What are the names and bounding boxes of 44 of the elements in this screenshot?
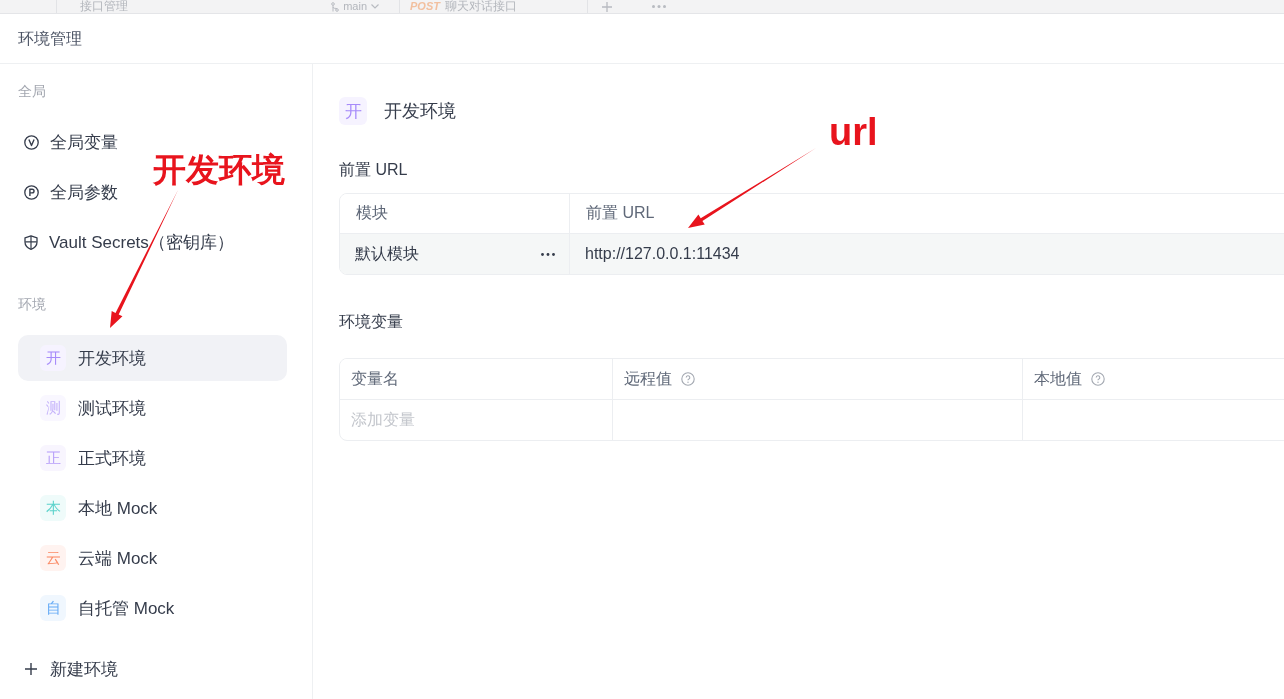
environment-badge: 测 xyxy=(40,395,66,421)
section-heading: 前置 URL xyxy=(339,160,408,180)
help-icon[interactable] xyxy=(681,372,695,386)
environment-badge: 开 xyxy=(339,97,367,125)
project-title: 接口管理 xyxy=(80,0,128,13)
branch-icon xyxy=(331,1,340,12)
environment-badge: 云 xyxy=(40,545,66,571)
plus-icon[interactable] xyxy=(602,1,612,12)
annotation-label: 开发环境 xyxy=(153,150,285,190)
circled-v-icon xyxy=(24,134,39,150)
plus-icon xyxy=(25,663,37,675)
environment-item[interactable]: 开 开发环境 xyxy=(18,335,287,381)
column-header: 变量名 xyxy=(351,368,399,389)
variable-name-field[interactable]: 添加变量 xyxy=(340,400,612,440)
environment-item[interactable]: 本 本地 Mock xyxy=(18,485,287,531)
environment-title: 开发环境 xyxy=(384,100,456,123)
request-method: POST xyxy=(410,0,440,13)
environment-badge: 本 xyxy=(40,495,66,521)
environment-badge: 自 xyxy=(40,595,66,621)
new-environment-button[interactable]: 新建环境 xyxy=(18,646,118,692)
environment-item[interactable]: 云 云端 Mock xyxy=(18,535,287,581)
table-cell-text: 默认模块 xyxy=(355,243,419,264)
section-label: 全局 xyxy=(18,82,46,100)
environment-badge: 开 xyxy=(40,345,66,371)
environment-item[interactable]: 测 测试环境 xyxy=(18,385,287,431)
column-header: 模块 xyxy=(340,194,570,234)
table-cell: http://127.0.0.1:11434 xyxy=(585,245,740,263)
sidebar-item[interactable]: 全局变量 xyxy=(18,117,118,167)
environment-badge: 正 xyxy=(40,445,66,471)
environment-item[interactable]: 自 自托管 Mock xyxy=(18,585,287,631)
more-icon[interactable] xyxy=(541,252,555,256)
section-heading: 环境变量 xyxy=(339,312,403,332)
chevron-down-icon[interactable] xyxy=(371,4,379,9)
sidebar-item[interactable]: 全局参数 xyxy=(18,167,118,217)
dialog-title: 环境管理 xyxy=(18,28,82,49)
section-label: 环境 xyxy=(18,295,46,313)
environment-item[interactable]: 正 正式环境 xyxy=(18,435,287,481)
shield-icon xyxy=(24,234,38,250)
column-header: 本地值 xyxy=(1034,368,1082,389)
annotation-label: url xyxy=(829,110,878,154)
sidebar-item[interactable]: Vault Secrets（密钥库） xyxy=(18,217,234,267)
circled-p-icon xyxy=(24,184,39,200)
column-header: 远程值 xyxy=(624,368,672,389)
help-icon[interactable] xyxy=(1091,372,1105,386)
